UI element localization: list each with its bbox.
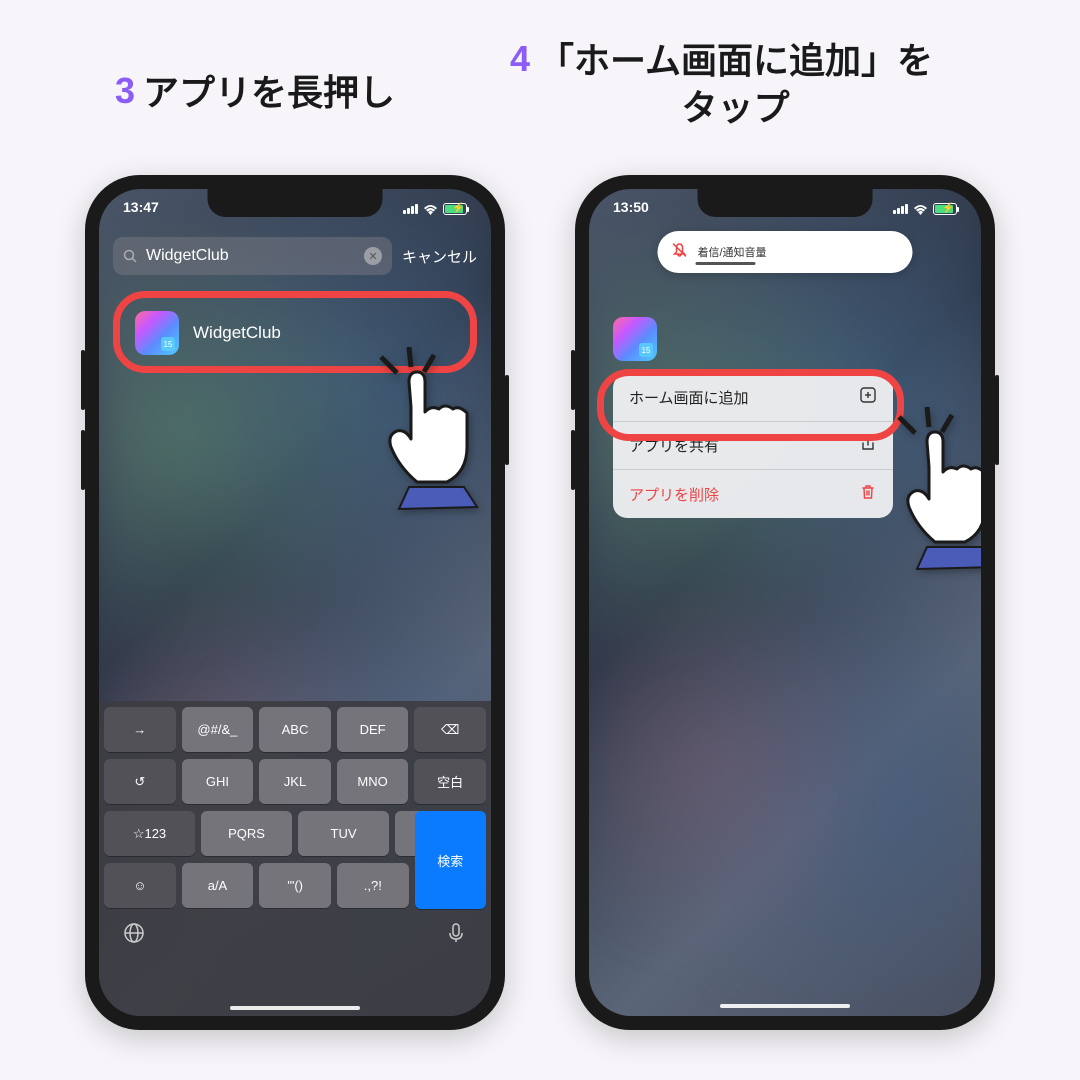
keyboard[interactable]: → @#/&_ ABC DEF ⌫ ↺ GHI JKL MNO 空白 ☆123 … xyxy=(99,701,491,1016)
volume-label: 着信/通知音量 xyxy=(698,244,899,260)
phone-screen-right: 13:50 ⚡ 着信/通知音量 15 ホーム画面に追加 xyxy=(589,189,981,1016)
step-3-text: アプリを長押し xyxy=(143,70,395,117)
key-abc[interactable]: ABC xyxy=(259,707,331,752)
status-time: 13:47 xyxy=(123,199,159,219)
app-icon[interactable]: 15 xyxy=(613,317,657,361)
clear-search-button[interactable]: ✕ xyxy=(364,247,382,265)
wifi-icon xyxy=(423,204,438,215)
phone-screen-left: 13:47 ⚡ WidgetClub ✕ キャンセル 15 WidgetClub xyxy=(99,189,491,1016)
notch xyxy=(208,189,383,217)
signal-icon xyxy=(403,204,418,214)
key-punct[interactable]: .,?! xyxy=(337,863,409,908)
status-time: 13:50 xyxy=(613,199,649,219)
key-quotes[interactable]: '"() xyxy=(259,863,331,908)
key-next[interactable]: → xyxy=(104,707,176,752)
home-indicator[interactable] xyxy=(720,1004,850,1008)
battery-icon: ⚡ xyxy=(443,203,467,215)
tap-hand-icon xyxy=(369,347,491,522)
key-backspace[interactable]: ⌫ xyxy=(414,707,486,752)
battery-icon: ⚡ xyxy=(933,203,957,215)
step-4-text: 「ホーム画面に追加」を タップ xyxy=(538,38,933,132)
key-def[interactable]: DEF xyxy=(337,707,409,752)
key-mno[interactable]: MNO xyxy=(337,759,409,804)
wifi-icon xyxy=(913,204,928,215)
trash-icon xyxy=(859,483,877,506)
step-3-number: 3 xyxy=(115,70,135,112)
globe-icon[interactable] xyxy=(122,921,146,951)
search-icon xyxy=(123,249,138,264)
search-field[interactable]: WidgetClub ✕ xyxy=(113,237,392,275)
key-case[interactable]: a/A xyxy=(182,863,254,908)
search-row: WidgetClub ✕ キャンセル xyxy=(113,237,477,275)
bell-slash-icon xyxy=(672,242,688,262)
mic-icon[interactable] xyxy=(444,921,468,951)
step-4-header: 4 「ホーム画面に追加」を タップ xyxy=(510,38,1070,132)
key-ghi[interactable]: GHI xyxy=(182,759,254,804)
search-cancel-button[interactable]: キャンセル xyxy=(402,246,477,267)
menu-delete-label: アプリを削除 xyxy=(629,484,719,505)
volume-indicator: 着信/通知音量 xyxy=(658,231,913,273)
signal-icon xyxy=(893,204,908,214)
notch xyxy=(698,189,873,217)
key-space[interactable]: 空白 xyxy=(414,759,486,804)
status-icons: ⚡ xyxy=(893,199,957,219)
key-jkl[interactable]: JKL xyxy=(259,759,331,804)
tap-hand-icon xyxy=(887,407,981,582)
key-pqrs[interactable]: PQRS xyxy=(201,811,292,856)
app-icon-badge: 15 xyxy=(639,343,653,357)
highlight-ring xyxy=(597,369,904,441)
step-4-number: 4 xyxy=(510,38,530,80)
key-undo[interactable]: ↺ xyxy=(104,759,176,804)
status-icons: ⚡ xyxy=(403,199,467,219)
phone-mockup-right: 13:50 ⚡ 着信/通知音量 15 ホーム画面に追加 xyxy=(575,175,995,1030)
step-3-header: 3 アプリを長押し xyxy=(115,70,395,117)
home-indicator[interactable] xyxy=(230,1006,360,1010)
key-search[interactable]: 検索 xyxy=(415,811,486,909)
key-123[interactable]: ☆123 xyxy=(104,811,195,856)
phone-mockup-left: 13:47 ⚡ WidgetClub ✕ キャンセル 15 WidgetClub xyxy=(85,175,505,1030)
key-emoji[interactable]: ☺ xyxy=(104,863,176,908)
menu-delete-app[interactable]: アプリを削除 xyxy=(613,470,893,518)
key-symbols[interactable]: @#/&_ xyxy=(182,707,254,752)
key-tuv[interactable]: TUV xyxy=(298,811,389,856)
search-value: WidgetClub xyxy=(146,247,356,265)
